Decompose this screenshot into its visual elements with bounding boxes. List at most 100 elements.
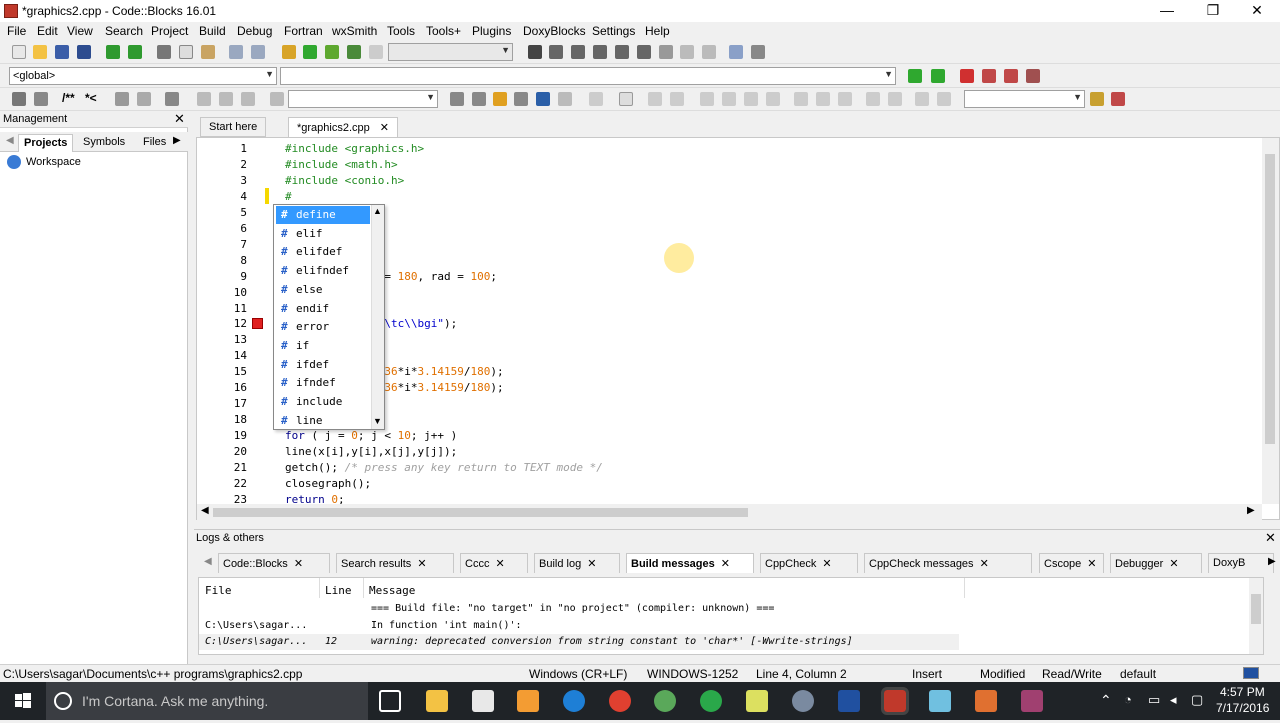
layout-icon-4[interactable] bbox=[766, 92, 780, 106]
search-prev-icon[interactable] bbox=[450, 92, 464, 106]
close-log-tab-icon[interactable]: ✕ bbox=[294, 558, 303, 570]
step-into-icon[interactable] bbox=[593, 45, 607, 59]
menu-project[interactable]: Project bbox=[151, 24, 188, 38]
search-icon[interactable] bbox=[1090, 92, 1104, 106]
prev-icon[interactable] bbox=[197, 92, 211, 106]
clock-time[interactable]: 4:57 PM bbox=[1220, 685, 1265, 699]
autocomplete-item[interactable]: # else bbox=[276, 281, 370, 299]
doxy-icon[interactable] bbox=[115, 92, 129, 106]
layout-icon-6[interactable] bbox=[816, 92, 830, 106]
devcpp-icon[interactable] bbox=[838, 690, 860, 712]
run-to-cursor-icon[interactable] bbox=[549, 45, 563, 59]
build-messages-table[interactable]: File Line Message === Build file: "no ta… bbox=[198, 577, 1264, 655]
close-log-tab-icon[interactable]: ✕ bbox=[1169, 558, 1178, 570]
menu-settings[interactable]: Settings bbox=[592, 24, 635, 38]
log-tab[interactable]: Search results ✕ bbox=[336, 553, 454, 573]
undo-icon[interactable] bbox=[106, 45, 120, 59]
notepad-icon[interactable] bbox=[746, 690, 768, 712]
code-line[interactable]: closegraph(); bbox=[285, 477, 371, 490]
next-instruction-icon[interactable] bbox=[637, 45, 651, 59]
code-line[interactable]: return 0; bbox=[285, 493, 345, 504]
toggle-icon[interactable] bbox=[12, 92, 26, 106]
close-log-tab-icon[interactable]: ✕ bbox=[822, 558, 831, 570]
code-line[interactable]: getch(); /* press any key return to TEXT… bbox=[285, 461, 603, 474]
autocomplete-item[interactable]: # endif bbox=[276, 300, 370, 318]
winrar-icon[interactable] bbox=[1021, 690, 1043, 712]
select-icon[interactable] bbox=[589, 92, 603, 106]
stop-debug-icon[interactable] bbox=[702, 45, 716, 59]
regex-icon[interactable] bbox=[536, 92, 550, 106]
layout-icon-7[interactable] bbox=[838, 92, 852, 106]
log-tab[interactable]: Cccc ✕ bbox=[460, 553, 528, 573]
menu-tools-plus[interactable]: Tools+ bbox=[426, 24, 461, 38]
log-tab[interactable]: Build messages ✕ bbox=[626, 553, 754, 573]
edge-icon[interactable] bbox=[563, 690, 585, 712]
star-icon[interactable] bbox=[558, 92, 572, 106]
code-line[interactable]: line(x[i],y[i],x[j],y[j]); bbox=[285, 445, 457, 458]
app-gray-icon[interactable] bbox=[792, 690, 814, 712]
autocomplete-popup[interactable]: ▲ ▼ # define # elif # elifdef # elifndef # else # e… bbox=[273, 204, 385, 430]
next-line-icon[interactable] bbox=[571, 45, 585, 59]
log-tab[interactable]: Debugger ✕ bbox=[1110, 553, 1202, 573]
scroll-right-icon[interactable]: ▶ bbox=[1247, 505, 1255, 516]
frame-icon[interactable] bbox=[619, 92, 633, 106]
code-line[interactable]: # bbox=[285, 190, 292, 203]
menu-plugins[interactable]: Plugins bbox=[472, 24, 511, 38]
debug-run-icon[interactable] bbox=[528, 45, 542, 59]
close-log-tab-icon[interactable]: ✕ bbox=[721, 558, 730, 570]
autocomplete-item[interactable]: # define bbox=[276, 206, 370, 224]
save-all-icon[interactable] bbox=[77, 45, 91, 59]
menu-build[interactable]: Build bbox=[199, 24, 226, 38]
log-row[interactable] bbox=[199, 618, 959, 634]
find-icon[interactable] bbox=[229, 45, 243, 59]
layout-icon-3[interactable] bbox=[744, 92, 758, 106]
horizontal-scrollbar[interactable]: ◀ ▶ bbox=[197, 504, 1262, 521]
clear-icon[interactable] bbox=[270, 92, 284, 106]
step-out-icon[interactable] bbox=[615, 45, 629, 59]
text-icon[interactable] bbox=[670, 92, 684, 106]
close-button[interactable]: ✕ bbox=[1234, 0, 1280, 22]
log-tab[interactable]: Code::Blocks ✕ bbox=[218, 553, 330, 573]
menu-view[interactable]: View bbox=[67, 24, 93, 38]
code-line[interactable]: for ( j = 0; j < 10; j++ ) bbox=[285, 429, 457, 442]
layout-icon-2[interactable] bbox=[722, 92, 736, 106]
app-orange-icon[interactable] bbox=[517, 690, 539, 712]
paste-icon[interactable] bbox=[201, 45, 215, 59]
replace-icon[interactable] bbox=[251, 45, 265, 59]
tab-scroll-left-icon[interactable]: ◀ bbox=[6, 135, 14, 146]
build-gear-icon[interactable] bbox=[282, 45, 296, 59]
highlight-icon[interactable] bbox=[493, 92, 507, 106]
pause-icon[interactable] bbox=[680, 45, 694, 59]
close-log-tab-icon[interactable]: ✕ bbox=[495, 558, 504, 570]
tool-icon[interactable] bbox=[1111, 92, 1125, 106]
menu-edit[interactable]: Edit bbox=[37, 24, 58, 38]
minimize-button[interactable]: — bbox=[1144, 0, 1190, 22]
clear-bookmarks-icon[interactable] bbox=[1026, 69, 1040, 83]
tab-symbols[interactable]: Symbols bbox=[78, 134, 130, 152]
tab-scroll-right-icon[interactable]: ▶ bbox=[173, 135, 181, 146]
menu-fortran[interactable]: Fortran bbox=[284, 24, 323, 38]
copy-icon[interactable] bbox=[179, 45, 193, 59]
utorrent-icon[interactable] bbox=[700, 690, 722, 712]
help-icon[interactable] bbox=[137, 92, 151, 106]
cut-icon[interactable] bbox=[157, 45, 171, 59]
autocomplete-item[interactable]: # elifndef bbox=[276, 262, 370, 280]
log-tab[interactable]: DoxyB bbox=[1208, 553, 1274, 573]
autocomplete-item[interactable]: # elifdef bbox=[276, 243, 370, 261]
store-icon[interactable] bbox=[472, 690, 494, 712]
file-explorer-icon[interactable] bbox=[426, 690, 448, 712]
layout-icon-1[interactable] bbox=[700, 92, 714, 106]
run-icon[interactable] bbox=[303, 45, 317, 59]
uncomment-icon[interactable]: *< bbox=[85, 91, 97, 105]
toggle-bookmark-icon[interactable] bbox=[960, 69, 974, 83]
autocomplete-item[interactable]: # elif bbox=[276, 225, 370, 243]
ac-scroll-down-icon[interactable]: ▼ bbox=[373, 416, 382, 426]
jump-forward-icon[interactable] bbox=[931, 69, 945, 83]
menu-debug[interactable]: Debug bbox=[237, 24, 272, 38]
log-tab[interactable]: CppCheck ✕ bbox=[760, 553, 858, 573]
open-icon[interactable] bbox=[33, 45, 47, 59]
app-red-icon[interactable] bbox=[975, 690, 997, 712]
function-select[interactable]: ▼ bbox=[280, 67, 896, 85]
menu-file[interactable]: File bbox=[7, 24, 26, 38]
vertical-scroll-thumb[interactable] bbox=[1265, 154, 1275, 444]
